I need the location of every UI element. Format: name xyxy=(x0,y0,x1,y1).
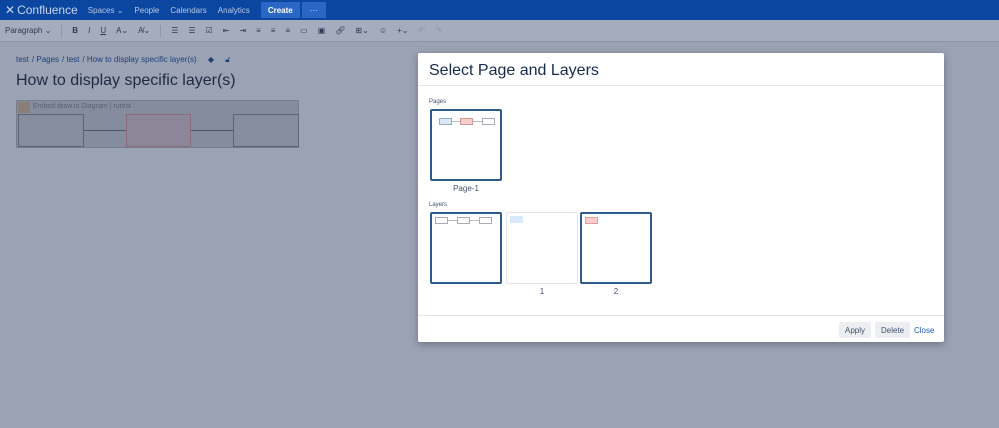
undo-icon[interactable]: ↶ xyxy=(418,26,425,35)
align-right-icon[interactable]: ≡ xyxy=(285,26,290,35)
divider xyxy=(61,24,63,37)
diagram-box xyxy=(233,114,299,147)
breadcrumb-item[interactable]: How to display specific layer(s) xyxy=(87,55,197,64)
divider xyxy=(160,24,162,37)
page-caption: Page-1 xyxy=(453,184,479,193)
layer-thumb-all[interactable] xyxy=(430,212,502,284)
image-icon[interactable]: ▣ xyxy=(318,26,326,35)
text-color-icon[interactable]: A⌄ xyxy=(116,26,128,35)
breadcrumb: test / Pages / test / How to display specif… xyxy=(16,55,231,64)
breadcrumb-item[interactable]: test xyxy=(16,55,29,64)
layer-caption: 2 xyxy=(613,287,619,296)
layers-label: Layers xyxy=(429,202,448,208)
layer-caption: 1 xyxy=(539,287,545,296)
pages-label: Pages xyxy=(429,99,447,105)
diagram-box xyxy=(18,114,84,147)
confluence-logo[interactable]: ✕ Confluence xyxy=(5,3,78,17)
label-icon[interactable]: ◆ xyxy=(208,55,214,64)
italic-icon[interactable]: I xyxy=(88,26,90,35)
breadcrumb-item[interactable]: Pages xyxy=(36,55,59,64)
nav-calendars[interactable]: Calendars xyxy=(170,6,206,15)
emoji-icon[interactable]: ☺ xyxy=(379,26,387,35)
task-icon[interactable]: ☑ xyxy=(206,26,213,35)
layer-thumb-2[interactable] xyxy=(580,212,652,284)
macro-label: Embed draw.io Diagram xyxy=(33,103,108,110)
dialog-footer: Apply Delete Close xyxy=(418,315,944,342)
numbered-list-icon[interactable]: ☰ xyxy=(188,26,195,35)
more-button[interactable]: ··· xyxy=(301,2,326,18)
create-button[interactable]: Create xyxy=(260,2,300,18)
arrow xyxy=(191,130,233,131)
editor-toolbar: Paragraph ⌄ B I U A⌄ A̸⌄ ☰ ☰ ☑ ⇤ ⇥ ≡ ≡ ≡… xyxy=(0,20,999,42)
diagram-box xyxy=(126,114,191,147)
breadcrumb-item[interactable]: test xyxy=(67,55,80,64)
page-thumb[interactable] xyxy=(430,109,502,181)
page-title[interactable]: How to display specific layer(s) xyxy=(16,72,236,90)
delete-button[interactable]: Delete xyxy=(875,322,911,338)
bold-icon[interactable]: B xyxy=(72,26,78,35)
underline-icon[interactable]: U xyxy=(100,26,106,35)
restrictions-icon[interactable]: 🔓︎ xyxy=(225,55,230,64)
table-icon[interactable]: ⊞⌄ xyxy=(355,26,368,35)
paragraph-select[interactable]: Paragraph ⌄ xyxy=(5,26,51,35)
link-icon[interactable]: 🔗︎ xyxy=(335,26,345,35)
macro-sub: | rutest xyxy=(109,103,131,110)
drawio-icon xyxy=(18,102,30,113)
layout-icon[interactable]: ▭ xyxy=(300,26,308,35)
dialog-title: Select Page and Layers xyxy=(418,53,944,86)
bullet-list-icon[interactable]: ☰ xyxy=(171,26,178,35)
redo-icon[interactable]: ↷ xyxy=(435,26,442,35)
align-left-icon[interactable]: ≡ xyxy=(256,26,261,35)
select-page-layers-dialog: Select Page and Layers Pages Page-1 Laye… xyxy=(418,53,944,342)
indent-icon[interactable]: ⇥ xyxy=(239,26,246,35)
text-format-icon[interactable]: A̸⌄ xyxy=(138,26,150,35)
layer-thumb-1[interactable] xyxy=(506,212,578,284)
drawio-macro[interactable]: Embed draw.io Diagram | rutest xyxy=(16,100,299,148)
outdent-icon[interactable]: ⇤ xyxy=(223,26,230,35)
align-center-icon[interactable]: ≡ xyxy=(271,26,276,35)
nav-people[interactable]: People xyxy=(134,6,159,15)
insert-icon[interactable]: +⌄ xyxy=(397,26,408,35)
top-nav: ✕ Confluence Spaces ⌄ People Calendars An… xyxy=(0,0,999,20)
nav-spaces[interactable]: Spaces ⌄ xyxy=(88,6,124,15)
confluence-icon: ✕ xyxy=(5,3,16,17)
apply-button[interactable]: Apply xyxy=(839,322,872,338)
nav-analytics[interactable]: Analytics xyxy=(218,6,250,15)
arrow xyxy=(84,130,126,131)
close-button[interactable]: Close xyxy=(914,326,934,335)
